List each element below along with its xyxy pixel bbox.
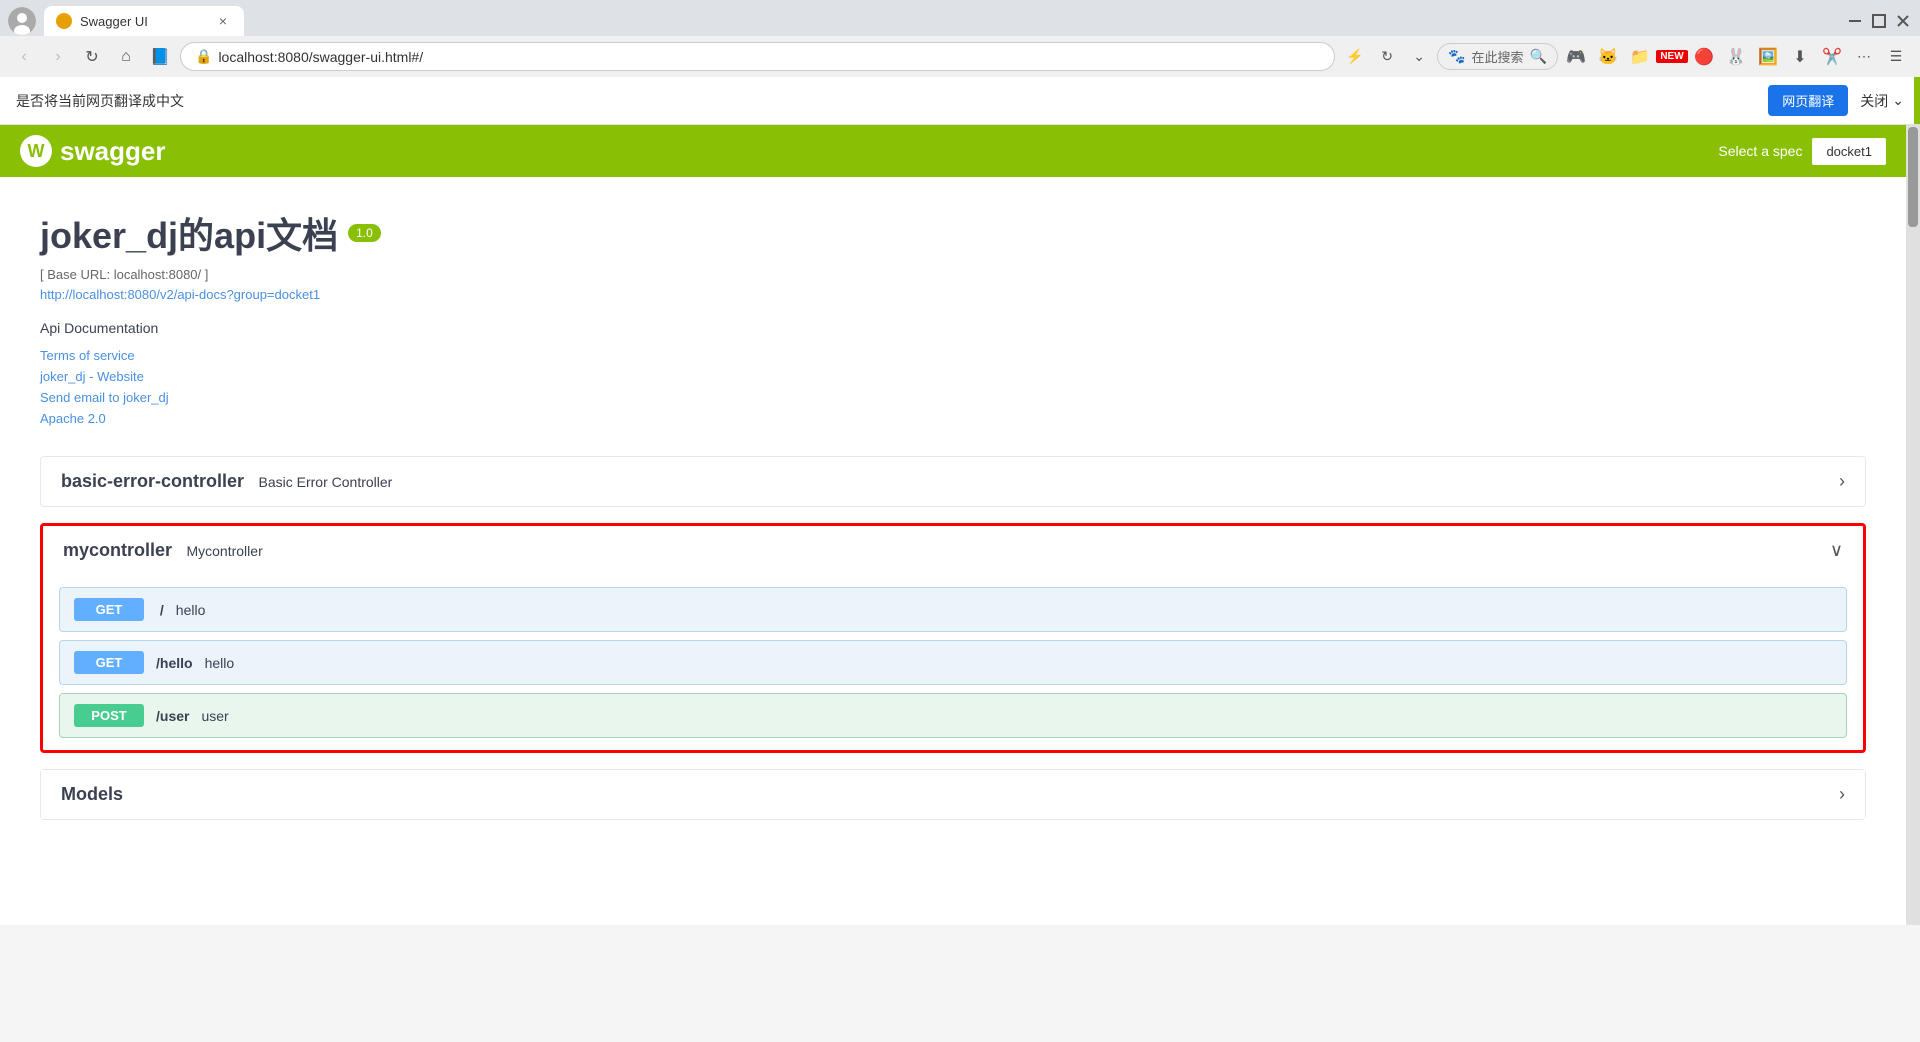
translate-button[interactable]: 网页翻译 — [1768, 85, 1848, 116]
endpoint-get-hello[interactable]: GET /hello hello — [59, 640, 1847, 685]
swagger-title: swagger — [60, 136, 166, 167]
models-header[interactable]: Models › — [41, 770, 1865, 819]
page-wrapper: W swagger Select a spec docket1 joker_dj… — [0, 125, 1920, 925]
controller-name-desc: basic-error-controller Basic Error Contr… — [61, 471, 392, 492]
docket-button[interactable]: docket1 — [1812, 138, 1886, 165]
models-label: Models — [61, 784, 123, 805]
basic-error-controller-desc: Basic Error Controller — [259, 474, 393, 490]
swagger-icon: W — [20, 135, 52, 167]
forward-btn[interactable]: › — [44, 43, 72, 71]
photo-icon[interactable]: 🖼️ — [1754, 43, 1782, 71]
chevron-down-icon: ⌄ — [1892, 92, 1904, 109]
home-btn[interactable]: ⌂ — [112, 43, 140, 71]
active-tab[interactable]: Swagger UI × — [44, 6, 244, 36]
method-post-badge: POST — [74, 704, 144, 727]
swagger-right: Select a spec docket1 — [1718, 138, 1886, 165]
search-placeholder: 在此搜索 — [1472, 47, 1524, 66]
close-window-btn[interactable] — [1894, 12, 1912, 30]
endpoint-summary-root: hello — [176, 602, 206, 618]
address-bar[interactable]: 🔒 localhost:8080/swagger-ui.html#/ — [180, 42, 1335, 71]
mycontroller-header[interactable]: mycontroller Mycontroller ∨ — [43, 526, 1863, 575]
mycontroller-name-desc: mycontroller Mycontroller — [63, 540, 263, 561]
method-get-hello-badge: GET — [74, 651, 144, 674]
new-badge-icon[interactable]: NEW — [1658, 43, 1686, 71]
red-circle-icon[interactable]: 🔴 — [1690, 43, 1718, 71]
mycontroller-body: GET / hello GET /hello hello POST /user — [43, 575, 1863, 750]
basic-error-controller-header[interactable]: basic-error-controller Basic Error Contr… — [41, 457, 1865, 506]
docs-link[interactable]: http://localhost:8080/v2/api-docs?group=… — [40, 287, 320, 302]
mycontroller-section: mycontroller Mycontroller ∨ GET / hello … — [40, 523, 1866, 753]
basic-error-controller-section: basic-error-controller Basic Error Contr… — [40, 456, 1866, 507]
endpoint-path-user: /user — [156, 708, 189, 724]
reload-icon[interactable]: ↻ — [1373, 43, 1401, 71]
search-icon: 🔍 — [1530, 48, 1547, 65]
select-spec-text: Select a spec — [1718, 143, 1802, 159]
game-icon[interactable]: 🎮 — [1562, 43, 1590, 71]
download-icon[interactable]: ⬇ — [1786, 43, 1814, 71]
models-arrow: › — [1839, 784, 1845, 805]
main-content: W swagger Select a spec docket1 joker_dj… — [0, 125, 1906, 925]
api-title-text: joker_dj的api文档 — [40, 207, 338, 259]
bunny-icon[interactable]: 🐰 — [1722, 43, 1750, 71]
base-url: [ Base URL: localhost:8080/ ] — [40, 267, 1866, 282]
terms-of-service-link[interactable]: Terms of service — [40, 348, 1866, 363]
more-btn[interactable]: ⋯ — [1850, 43, 1878, 71]
api-title: joker_dj的api文档 1.0 — [40, 207, 1866, 259]
tab-bar: Swagger UI × — [0, 0, 1920, 36]
version-badge: 1.0 — [348, 224, 381, 242]
method-get-badge: GET — [74, 598, 144, 621]
refresh-btn[interactable]: ↻ — [78, 43, 106, 71]
scrollbar[interactable] — [1906, 125, 1920, 925]
website-link[interactable]: joker_dj - Website — [40, 369, 1866, 384]
mycontroller-name: mycontroller — [63, 540, 172, 560]
nav-icons-right: ⚡ ↻ ⌄ 🐾 在此搜索 🔍 🎮 🐱 📁 NEW 🔴 🐰 🖼️ ⬇ ✂️ ⋯ ☰ — [1341, 43, 1910, 71]
endpoint-post-user[interactable]: POST /user user — [59, 693, 1847, 738]
bookmarks-btn[interactable]: 📘 — [146, 43, 174, 71]
color-bar — [1914, 77, 1920, 124]
endpoint-path-hello: /hello — [156, 655, 193, 671]
email-link[interactable]: Send email to joker_dj — [40, 390, 1866, 405]
mycontroller-arrow: ∨ — [1830, 540, 1843, 561]
back-btn[interactable]: ‹ — [10, 43, 38, 71]
swagger-logo: W swagger — [20, 135, 166, 167]
browser-chrome: Swagger UI × ‹ › ↻ ⌂ 📘 🔒 localhost:8080/… — [0, 0, 1920, 125]
endpoint-path-root: / — [156, 602, 164, 618]
basic-error-controller-arrow: › — [1839, 471, 1845, 492]
translation-bar: 是否将当前网页翻译成中文 网页翻译 关闭 ⌄ — [0, 77, 1920, 125]
api-links: Terms of service joker_dj - Website Send… — [40, 348, 1866, 426]
close-options[interactable]: 关闭 ⌄ — [1860, 91, 1904, 111]
lightning-icon[interactable]: ⚡ — [1341, 43, 1369, 71]
swagger-header: W swagger Select a spec docket1 — [0, 125, 1906, 177]
license-link[interactable]: Apache 2.0 — [40, 411, 1866, 426]
tab-favicon — [56, 13, 72, 29]
paw-icon: 🐾 — [1448, 48, 1465, 65]
api-description: Api Documentation — [40, 320, 1866, 336]
translation-text: 是否将当前网页翻译成中文 — [16, 91, 1756, 111]
endpoint-summary-hello: hello — [205, 655, 235, 671]
cat-icon[interactable]: 🐱 — [1594, 43, 1622, 71]
endpoint-get-root[interactable]: GET / hello — [59, 587, 1847, 632]
menu-btn[interactable]: ☰ — [1882, 43, 1910, 71]
scrollbar-thumb[interactable] — [1908, 127, 1918, 227]
url-text: localhost:8080/swagger-ui.html#/ — [218, 49, 1320, 65]
maximize-btn[interactable] — [1870, 12, 1888, 30]
models-section: Models › — [40, 769, 1866, 820]
minimize-btn[interactable] — [1846, 12, 1864, 30]
lock-icon: 🔒 — [195, 48, 212, 65]
cut-icon[interactable]: ✂️ — [1818, 43, 1846, 71]
api-main: joker_dj的api文档 1.0 [ Base URL: localhost… — [0, 177, 1906, 866]
folder-icon[interactable]: 📁 — [1626, 43, 1654, 71]
tab-close-btn[interactable]: × — [214, 12, 232, 30]
chevron-icon[interactable]: ⌄ — [1405, 43, 1433, 71]
profile-icon[interactable] — [8, 7, 36, 35]
nav-bar: ‹ › ↻ ⌂ 📘 🔒 localhost:8080/swagger-ui.ht… — [0, 36, 1920, 77]
endpoint-summary-user: user — [201, 708, 228, 724]
basic-error-controller-name: basic-error-controller — [61, 471, 244, 491]
search-box[interactable]: 🐾 在此搜索 🔍 — [1437, 43, 1558, 70]
window-controls — [1846, 12, 1912, 30]
tab-title-text: Swagger UI — [80, 14, 206, 29]
mycontroller-desc: Mycontroller — [186, 543, 262, 559]
